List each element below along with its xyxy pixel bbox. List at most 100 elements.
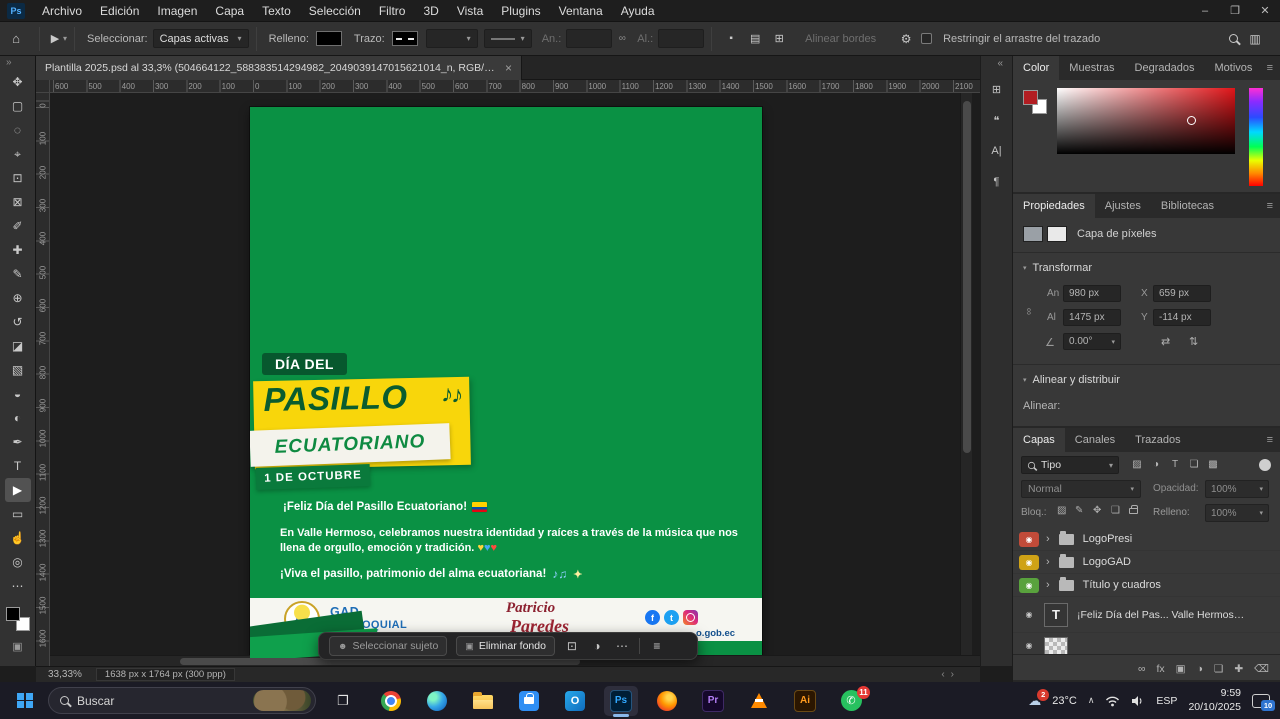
gear-icon[interactable]: ⚙ [891, 32, 921, 46]
expand-panels-icon[interactable]: « [997, 56, 1012, 69]
document-info[interactable]: 1638 px x 1764 px (300 ppp) [96, 668, 235, 681]
lock-transparency-icon[interactable]: ▨ [1057, 505, 1066, 516]
hidden-icons-chevron[interactable]: ∧ [1088, 695, 1095, 706]
task-view-button[interactable]: ❐ [330, 688, 356, 714]
filter-type-layers-icon[interactable]: T [1167, 459, 1183, 470]
shape-height-field[interactable] [658, 29, 704, 48]
adjustment-layer-icon[interactable]: ◑ [1197, 663, 1203, 675]
taskbar-chrome[interactable] [368, 684, 414, 718]
layer-row[interactable]: ◉ [1013, 633, 1280, 654]
filter-pixel-layers-icon[interactable]: ▨ [1129, 459, 1145, 470]
transform-image-icon[interactable]: ⊡ [564, 639, 580, 653]
more-options-icon[interactable]: ⋯ [614, 639, 630, 653]
keyboard-language[interactable]: ESP [1156, 695, 1177, 707]
layer-visibility-toggle[interactable]: ◉ [1022, 641, 1036, 650]
path-alignment-icon[interactable]: ▤ [743, 32, 767, 45]
workspace-switcher-icon[interactable]: ▥ [1238, 32, 1272, 46]
restore-button[interactable]: ❐ [1220, 0, 1250, 22]
expand-group-icon[interactable]: › [1046, 556, 1050, 568]
layer-group-icon[interactable]: ❏ [1214, 663, 1223, 675]
pen-tool[interactable]: ✒ [5, 430, 31, 454]
path-arrangement-icon[interactable]: ⊞ [767, 32, 791, 45]
quick-mask-icon[interactable]: ▣ [12, 640, 22, 653]
blend-mode-dropdown[interactable]: Normal ▾ [1021, 480, 1141, 498]
layer-row[interactable]: ◉›LogoPresi [1013, 528, 1280, 551]
adjustments-icon[interactable]: ◑ [589, 639, 605, 653]
menu-vista[interactable]: Vista [448, 0, 492, 22]
link-dimensions-icon[interactable]: ∞ [1023, 308, 1034, 315]
edit-toolbar[interactable]: ⋯ [5, 574, 31, 598]
menu-ventana[interactable]: Ventana [550, 0, 612, 22]
move-tool[interactable]: ✥ [5, 70, 31, 94]
menu-imagen[interactable]: Imagen [148, 0, 206, 22]
lock-all-icon[interactable] [1129, 508, 1138, 514]
tab-color[interactable]: Color [1013, 56, 1059, 80]
bar-properties-icon[interactable]: ≡ [649, 639, 665, 653]
link-layers-icon[interactable]: ∞ [1138, 663, 1146, 675]
lock-position-icon[interactable]: ✥ [1093, 505, 1101, 516]
path-operations-icon[interactable]: ▪ [719, 33, 743, 44]
history-brush-tool[interactable]: ↺ [5, 310, 31, 334]
crop-tool[interactable]: ⊡ [5, 166, 31, 190]
foreground-color-swatch[interactable] [6, 607, 20, 621]
stroke-type-dropdown[interactable]: ▾ [484, 29, 532, 48]
expand-group-icon[interactable]: › [1046, 579, 1050, 591]
flip-vertical-icon[interactable]: ⇅ [1189, 335, 1198, 348]
menu-capa[interactable]: Capa [206, 0, 253, 22]
rectangular-marquee-tool[interactable]: ▢ [5, 94, 31, 118]
foreground-color-swatch[interactable] [1023, 90, 1038, 105]
rectangle-tool[interactable]: ▭ [5, 502, 31, 526]
link-dimensions-icon[interactable]: ∞ [612, 33, 632, 44]
gradient-tool[interactable]: ▧ [5, 358, 31, 382]
start-button[interactable] [10, 686, 40, 716]
lock-artboard-icon[interactable]: ❏ [1111, 505, 1120, 516]
tab-capas[interactable]: Capas [1013, 428, 1065, 452]
fill-swatch[interactable] [316, 31, 342, 46]
notification-center-icon[interactable]: 10 [1252, 694, 1270, 708]
taskbar-premiere[interactable]: Pr [690, 684, 736, 718]
filter-adjustment-layers-icon[interactable]: ◑ [1148, 459, 1164, 470]
menu-selección[interactable]: Selección [300, 0, 370, 22]
y-field[interactable]: -114 px [1153, 309, 1211, 326]
current-tool-icon[interactable]: ▶ [47, 32, 63, 45]
x-field[interactable]: 659 px [1153, 285, 1211, 302]
healing-brush-tool[interactable]: ✚ [5, 238, 31, 262]
close-button[interactable]: ✕ [1250, 0, 1280, 22]
brush-tool[interactable]: ✎ [5, 262, 31, 286]
tab-ajustes[interactable]: Ajustes [1095, 194, 1151, 218]
vertical-scrollbar-thumb[interactable] [963, 101, 971, 453]
home-icon[interactable]: ⌂ [0, 31, 32, 46]
taskbar-store[interactable] [506, 684, 552, 718]
document-tab[interactable]: Plantilla 2025.psd al 33,3% (504664122_5… [36, 56, 522, 80]
brushes-panel-icon[interactable]: ⊞ [985, 78, 1009, 100]
tab-degradados[interactable]: Degradados [1125, 56, 1205, 80]
search-daily-image[interactable] [253, 690, 311, 711]
tab-muestras[interactable]: Muestras [1059, 56, 1124, 80]
close-document-icon[interactable]: × [505, 61, 512, 75]
transform-section-header[interactable]: ▾ Transformar [1023, 262, 1092, 274]
scroll-left-icon[interactable]: ‹ [941, 669, 944, 680]
menu-filtro[interactable]: Filtro [370, 0, 415, 22]
constrain-path-checkbox[interactable] [921, 33, 932, 44]
hue-slider[interactable] [1249, 88, 1263, 186]
layer-style-icon[interactable]: fx [1156, 663, 1164, 675]
layer-row[interactable]: ◉›Título y cuadros [1013, 574, 1280, 597]
filter-smart-objects-icon[interactable]: ▩ [1205, 459, 1221, 470]
shape-width-field[interactable] [566, 29, 612, 48]
type-tool[interactable]: T [5, 454, 31, 478]
saturation-brightness-field[interactable] [1057, 88, 1235, 154]
taskbar-search[interactable]: Buscar [48, 687, 316, 714]
layer-row[interactable]: ◉›LogoGAD [1013, 551, 1280, 574]
horizontal-ruler[interactable]: 6005004003002001000100200300400500600700… [50, 80, 980, 93]
flip-horizontal-icon[interactable]: ⇄ [1161, 335, 1170, 348]
menu-ayuda[interactable]: Ayuda [612, 0, 664, 22]
tab-bibliotecas[interactable]: Bibliotecas [1151, 194, 1224, 218]
taskbar-outlook[interactable]: O [552, 684, 598, 718]
vertical-scrollbar[interactable] [960, 93, 972, 655]
eraser-tool[interactable]: ◪ [5, 334, 31, 358]
expand-group-icon[interactable]: › [1046, 533, 1050, 545]
menu-archivo[interactable]: Archivo [33, 0, 91, 22]
layer-filter-dropdown[interactable]: Tipo ▾ [1021, 456, 1119, 474]
collapse-tools-icon[interactable]: » [0, 56, 12, 70]
taskbar-edge[interactable] [414, 684, 460, 718]
